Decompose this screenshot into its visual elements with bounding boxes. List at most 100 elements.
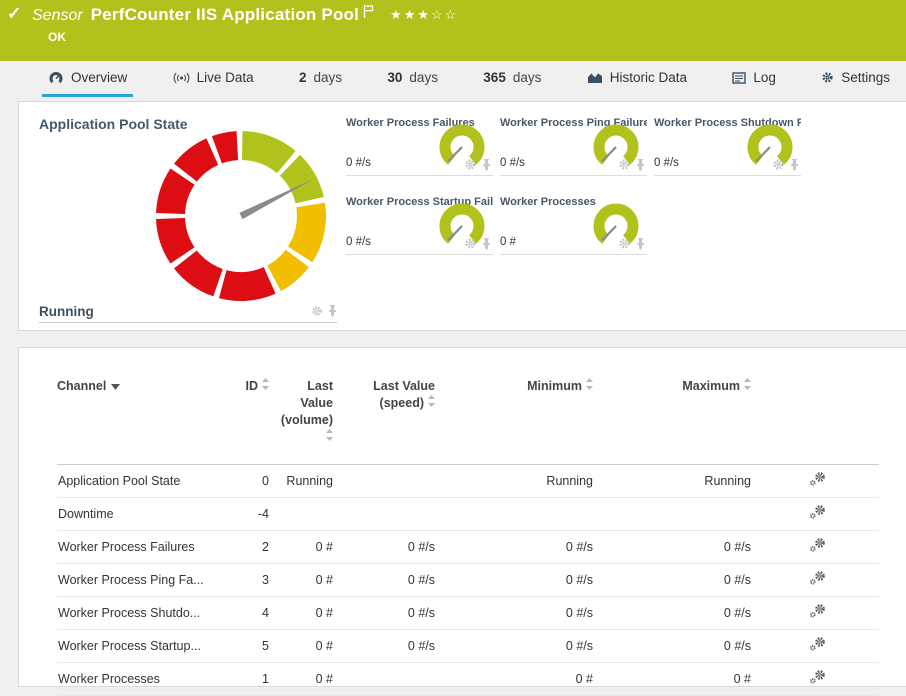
live-icon bbox=[173, 72, 190, 84]
cell-last_volume: 0 # bbox=[277, 596, 353, 629]
gauge-grid: Worker Process Failures0 #/sWorker Proce… bbox=[346, 112, 906, 270]
sensor-title: PerfCounter IIS Application Pool bbox=[91, 5, 359, 25]
column-header-maximum[interactable]: Maximum bbox=[611, 374, 769, 464]
tab-365-days[interactable]: 365days bbox=[477, 61, 547, 97]
cell-max: 0 #/s bbox=[611, 530, 769, 563]
main-gauge-value: Running bbox=[39, 304, 311, 319]
cell-min bbox=[453, 497, 611, 530]
channel-settings-icon[interactable] bbox=[809, 472, 826, 486]
cell-max: 0 #/s bbox=[611, 596, 769, 629]
column-header-minimum[interactable]: Minimum bbox=[453, 374, 611, 464]
tab-historic-data[interactable]: Historic Data bbox=[581, 61, 693, 97]
tab-30-days[interactable]: 30days bbox=[381, 61, 444, 97]
tab-2-days[interactable]: 2days bbox=[293, 61, 348, 97]
channel-table-panel: ChannelIDLast Value (volume)Last Value (… bbox=[18, 347, 906, 687]
channel-row-application-pool-state: Application Pool State0RunningRunningRun… bbox=[57, 464, 879, 497]
tab-label: Live Data bbox=[197, 70, 254, 85]
gear-icon[interactable] bbox=[311, 305, 323, 317]
gauge-value: 0 #/s bbox=[500, 157, 525, 169]
cell-id: 1 bbox=[237, 662, 277, 695]
channel-row-worker-process-shutdo-: Worker Process Shutdo...40 #0 #/s0 #/s0 … bbox=[57, 596, 879, 629]
cell-last_volume: 0 # bbox=[277, 563, 353, 596]
object-kind-label: Sensor bbox=[32, 7, 83, 25]
overview-panel: Application Pool State Running Worker Pr… bbox=[18, 101, 906, 331]
tab-label: 2 bbox=[299, 70, 307, 85]
pin-icon[interactable] bbox=[328, 305, 337, 317]
pin-icon[interactable] bbox=[790, 159, 799, 171]
channel-settings-icon[interactable] bbox=[809, 670, 826, 684]
tab-label: Settings bbox=[841, 70, 890, 85]
channel-row-worker-processes: Worker Processes10 #0 #0 # bbox=[57, 662, 879, 695]
cell-id: 0 bbox=[237, 464, 277, 497]
channel-settings-icon[interactable] bbox=[809, 571, 826, 585]
cell-channel: Worker Process Ping Fa... bbox=[57, 563, 237, 596]
gear-icon[interactable] bbox=[464, 158, 477, 171]
gauge-box: Worker Process Startup Failu...0 #/s bbox=[346, 191, 493, 255]
channel-row-worker-process-failures: Worker Process Failures20 #0 #/s0 #/s0 #… bbox=[57, 530, 879, 563]
channel-settings-icon[interactable] bbox=[809, 637, 826, 651]
tab-label: Log bbox=[753, 70, 776, 85]
cell-channel: Downtime bbox=[57, 497, 237, 530]
cell-channel: Worker Process Shutdo... bbox=[57, 596, 237, 629]
sensor-status-header: ✓ Sensor PerfCounter IIS Application Poo… bbox=[0, 0, 906, 61]
cell-last_speed bbox=[353, 497, 453, 530]
pin-icon[interactable] bbox=[636, 159, 645, 171]
gauge-actions bbox=[618, 158, 645, 171]
cell-last_speed: 0 #/s bbox=[353, 596, 453, 629]
gauge-actions bbox=[464, 237, 491, 250]
column-header-last-value-speed-[interactable]: Last Value (speed) bbox=[353, 374, 453, 464]
tab-label: 30 bbox=[387, 70, 402, 85]
gear-icon[interactable] bbox=[618, 158, 631, 171]
gear-icon[interactable] bbox=[618, 237, 631, 250]
application-pool-state-gauge bbox=[153, 128, 329, 304]
tab-settings[interactable]: Settings bbox=[815, 61, 896, 97]
channel-settings-icon[interactable] bbox=[809, 538, 826, 552]
cell-min: 0 #/s bbox=[453, 629, 611, 662]
cell-channel: Worker Process Failures bbox=[57, 530, 237, 563]
cell-last_volume: 0 # bbox=[277, 530, 353, 563]
pin-icon[interactable] bbox=[482, 238, 491, 250]
pin-icon[interactable] bbox=[636, 238, 645, 250]
cell-last_speed bbox=[353, 464, 453, 497]
tab-overview[interactable]: Overview bbox=[42, 61, 133, 97]
cell-last_volume: Running bbox=[277, 464, 353, 497]
priority-stars[interactable]: ★★★☆☆ bbox=[390, 7, 458, 23]
cell-last_speed bbox=[353, 662, 453, 695]
cell-min: 0 #/s bbox=[453, 530, 611, 563]
cell-channel: Worker Process Startup... bbox=[57, 629, 237, 662]
cell-id: 4 bbox=[237, 596, 277, 629]
channel-row-worker-process-startup-: Worker Process Startup...50 #0 #/s0 #/s0… bbox=[57, 629, 879, 662]
cell-max: 0 # bbox=[611, 662, 769, 695]
gauge-value: 0 #/s bbox=[346, 236, 371, 248]
tab-label: Historic Data bbox=[610, 70, 687, 85]
column-header-last-value-volume-[interactable]: Last Value (volume) bbox=[277, 374, 353, 464]
column-header-id[interactable]: ID bbox=[237, 374, 277, 464]
cell-last_speed: 0 #/s bbox=[353, 530, 453, 563]
gauge-box: Worker Process Failures0 #/s bbox=[346, 112, 493, 176]
cell-channel: Worker Processes bbox=[57, 662, 237, 695]
cell-last_speed: 0 #/s bbox=[353, 629, 453, 662]
cell-last_volume bbox=[277, 497, 353, 530]
channel-row-downtime: Downtime-4 bbox=[57, 497, 879, 530]
gear-icon[interactable] bbox=[464, 237, 477, 250]
main-gauge-footer: Running bbox=[39, 300, 337, 323]
cell-id: 2 bbox=[237, 530, 277, 563]
channel-settings-icon[interactable] bbox=[809, 604, 826, 618]
tab-live-data[interactable]: Live Data bbox=[167, 61, 260, 97]
flag-icon[interactable] bbox=[363, 5, 374, 18]
channel-settings-icon[interactable] bbox=[809, 505, 826, 519]
gear-icon[interactable] bbox=[772, 158, 785, 171]
cell-last_volume: 0 # bbox=[277, 662, 353, 695]
gauge-box: Worker Processes0 # bbox=[500, 191, 647, 255]
status-check-icon: ✓ bbox=[7, 4, 21, 24]
pin-icon[interactable] bbox=[482, 159, 491, 171]
chart-icon bbox=[587, 72, 603, 84]
gauge-box: Worker Process Ping Failures0 #/s bbox=[500, 112, 647, 176]
gauge-actions bbox=[464, 158, 491, 171]
channel-table-header-row: ChannelIDLast Value (volume)Last Value (… bbox=[57, 374, 879, 464]
channel-table-body: Application Pool State0RunningRunningRun… bbox=[57, 464, 879, 695]
tab-log[interactable]: Log bbox=[726, 61, 782, 97]
log-icon bbox=[732, 72, 746, 84]
column-header-channel[interactable]: Channel bbox=[57, 374, 237, 464]
tab-label: 365 bbox=[483, 70, 506, 85]
